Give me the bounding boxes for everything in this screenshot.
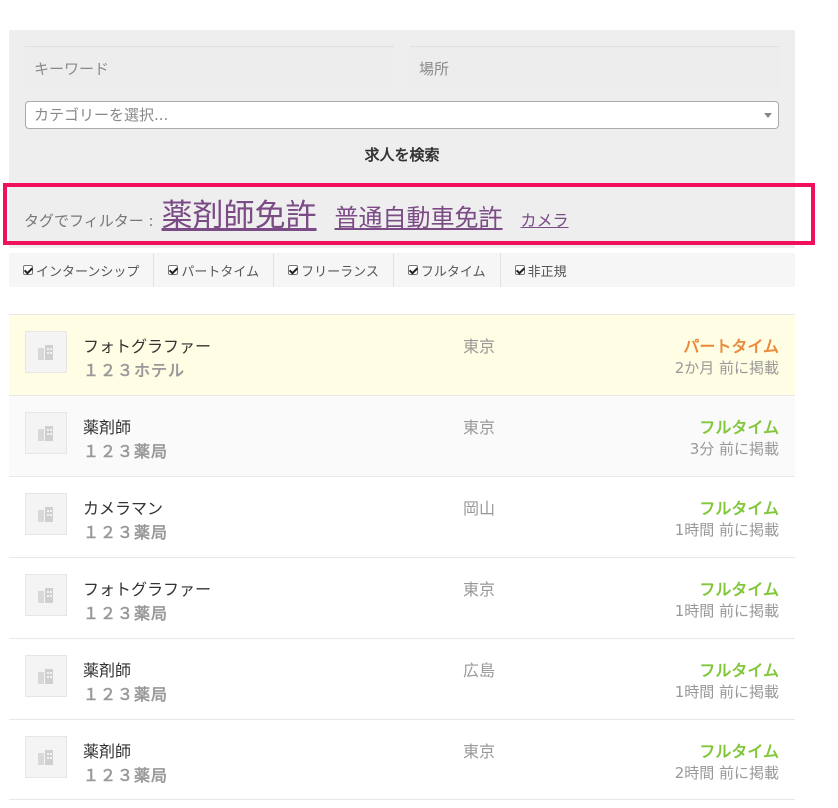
checkbox-checked-icon[interactable]	[168, 265, 179, 275]
job-listing[interactable]: カメラマン １２３薬局 岡山 フルタイム 1時間 前に掲載	[9, 476, 795, 557]
company-logo-placeholder-icon	[25, 493, 67, 535]
job-title[interactable]: 薬剤師	[83, 414, 131, 438]
company-logo-placeholder-icon	[25, 736, 67, 778]
posted-date: 1時間 前に掲載	[674, 521, 779, 539]
company-logo-placeholder-icon	[25, 655, 67, 697]
checkbox-checked-icon[interactable]	[288, 265, 299, 275]
job-listing[interactable]: 薬剤師 １２３薬局 東京 フルタイム 3分 前に掲載	[9, 395, 795, 476]
category-select[interactable]: カテゴリーを選択...	[25, 101, 779, 129]
posted-date: 1時間 前に掲載	[674, 602, 779, 620]
job-type-freelance[interactable]: フリーランス	[274, 253, 394, 287]
checkbox-checked-icon[interactable]	[407, 265, 418, 275]
tag-link-camera[interactable]: カメラ	[521, 207, 569, 231]
job-title[interactable]: カメラマン	[83, 495, 163, 519]
posted-date: 2時間 前に掲載	[674, 764, 779, 782]
job-type-label: フルタイム	[420, 264, 486, 280]
job-type-temporary[interactable]: 非正規	[501, 253, 581, 287]
company-name: １２３薬局	[83, 766, 169, 785]
job-type-label: パートタイム	[181, 264, 260, 280]
company-logo-placeholder-icon	[25, 331, 67, 373]
job-type-label: インターンシップ	[36, 264, 140, 280]
checkbox-checked-icon[interactable]	[23, 265, 33, 275]
job-type-badge: フルタイム	[699, 742, 779, 761]
company-name: １２３ホテル	[83, 361, 186, 380]
job-type-part-time[interactable]: パートタイム	[154, 253, 275, 287]
job-location: 東京	[463, 742, 496, 761]
posted-date: 3分 前に掲載	[689, 440, 779, 458]
job-type-badge: フルタイム	[699, 661, 779, 680]
job-type-label: フリーランス	[301, 264, 379, 280]
job-search-form: キーワード 場所 カテゴリーを選択... 求人を検索 タグでフィルター : 薬剤…	[9, 30, 795, 248]
posted-date: 2か月 前に掲載	[674, 359, 779, 377]
company-logo-placeholder-icon	[25, 574, 67, 616]
job-location: 広島	[463, 661, 496, 680]
tag-filter: タグでフィルター : 薬剤師免許 普通自動車免許 カメラ	[24, 190, 587, 240]
job-location: 東京	[463, 580, 496, 599]
job-type-badge: フルタイム	[699, 418, 779, 437]
tag-link-pharmacist-license[interactable]: 薬剤師免許	[162, 190, 317, 235]
location-input[interactable]: 場所	[410, 46, 779, 90]
checkbox-checked-icon[interactable]	[514, 265, 525, 275]
tag-link-drivers-license[interactable]: 普通自動車免許	[335, 198, 503, 233]
job-listing[interactable]: 薬剤師 １２３薬局 広島 フルタイム 1時間 前に掲載	[9, 638, 795, 719]
company-logo-placeholder-icon	[25, 412, 67, 454]
job-title[interactable]: フォトグラファー	[83, 576, 211, 600]
category-select-placeholder: カテゴリーを選択...	[34, 106, 169, 124]
job-title[interactable]: 薬剤師	[83, 738, 131, 762]
company-name: １２３薬局	[83, 685, 169, 704]
job-title[interactable]: 薬剤師	[83, 657, 131, 681]
job-type-badge: フルタイム	[699, 499, 779, 518]
job-type-label: 非正規	[527, 264, 567, 280]
job-type-badge: パートタイム	[683, 337, 779, 356]
posted-date: 1時間 前に掲載	[674, 683, 779, 701]
job-listings: フォトグラファー １２３ホテル 東京 パートタイム 2か月 前に掲載 薬剤師 １…	[9, 314, 795, 800]
company-name: １２３薬局	[83, 604, 169, 623]
job-type-internship[interactable]: インターンシップ	[9, 253, 155, 287]
job-location: 東京	[463, 418, 496, 437]
chevron-down-icon	[764, 113, 772, 118]
tag-filter-label: タグでフィルター :	[24, 212, 154, 230]
job-type-badge: フルタイム	[699, 580, 779, 599]
job-listing[interactable]: フォトグラファー １２３ホテル 東京 パートタイム 2か月 前に掲載	[9, 314, 795, 395]
company-name: １２３薬局	[83, 442, 169, 461]
job-listing[interactable]: 薬剤師 １２３薬局 東京 フルタイム 2時間 前に掲載	[9, 719, 795, 800]
job-location: 東京	[463, 337, 496, 356]
job-listing[interactable]: フォトグラファー １２３薬局 東京 フルタイム 1時間 前に掲載	[9, 557, 795, 638]
job-type-filters: インターンシップ パートタイム フリーランス フルタイム 非正規	[9, 253, 795, 287]
job-title[interactable]: フォトグラファー	[83, 333, 211, 357]
job-type-full-time[interactable]: フルタイム	[394, 253, 501, 287]
company-name: １２３薬局	[83, 523, 169, 542]
search-jobs-button[interactable]: 求人を検索	[9, 144, 795, 165]
job-location: 岡山	[463, 499, 496, 518]
keyword-input[interactable]: キーワード	[25, 46, 394, 90]
